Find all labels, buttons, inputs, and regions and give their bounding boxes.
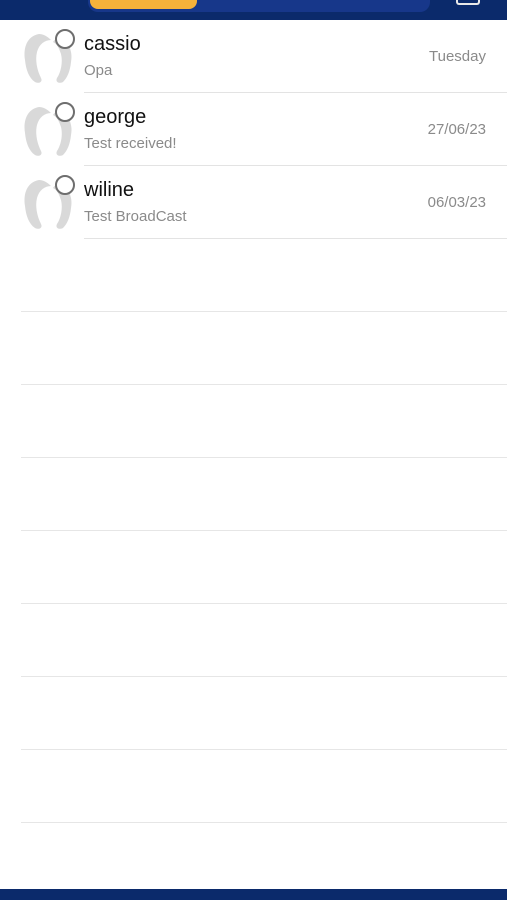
contact-name: wiline [84, 179, 135, 201]
segmented-control-active-tab[interactable] [90, 0, 197, 9]
status-indicator [55, 175, 75, 195]
conversation-row-wiline[interactable]: wiline Test BroadCast 06/03/23 [0, 166, 507, 239]
message-preview: Test received! [84, 135, 177, 152]
conversation-row-george[interactable]: george Test received! 27/06/23 [0, 93, 507, 166]
header-bar [0, 0, 507, 20]
status-indicator [55, 29, 75, 49]
empty-row [0, 750, 507, 823]
empty-row [0, 239, 507, 312]
message-preview: Test BroadCast [84, 208, 187, 225]
empty-row [0, 604, 507, 677]
conversation-list: cassio Opa Tuesday george Test received!… [0, 20, 507, 823]
conversation-row-cassio[interactable]: cassio Opa Tuesday [0, 20, 507, 93]
contact-name: george [84, 106, 147, 128]
empty-row [0, 458, 507, 531]
status-indicator [55, 102, 75, 122]
message-preview: Opa [84, 62, 113, 79]
row-divider [21, 822, 507, 823]
contact-name: cassio [84, 33, 141, 55]
chat-list-screen: cassio Opa Tuesday george Test received!… [0, 0, 507, 900]
message-date: Tuesday [429, 48, 486, 65]
empty-row [0, 312, 507, 385]
empty-row [0, 531, 507, 604]
compose-icon[interactable] [456, 0, 480, 5]
empty-row [0, 385, 507, 458]
message-date: 27/06/23 [427, 121, 486, 138]
bottom-bar [0, 889, 507, 900]
empty-row [0, 677, 507, 750]
message-date: 06/03/23 [427, 194, 486, 211]
